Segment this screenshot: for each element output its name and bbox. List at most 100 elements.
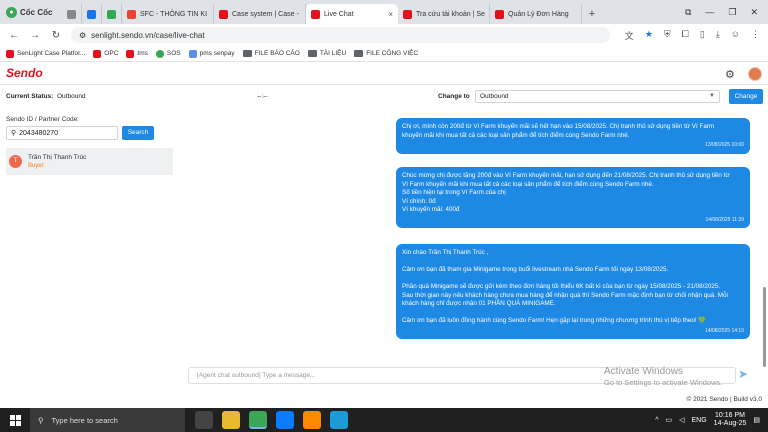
app-icon[interactable] [303,411,321,429]
message-time: 13/08/2025 10:00 [705,142,744,148]
network-icon[interactable]: ▭ [665,416,672,424]
current-status-label: Current Status: [6,93,54,100]
change-button[interactable]: Change [729,89,763,104]
close-window-icon[interactable]: ✕ [750,7,758,18]
profile-icon[interactable]: ☺ [731,29,740,42]
tab-tra-cuu[interactable]: Tra cứu tài khoản | Se [398,4,490,24]
bookmark-label: OPC [104,50,119,57]
tab-label: Case system | Case - [232,10,299,18]
folder-icon [354,50,364,57]
status-timer: --:-- [257,93,268,100]
search-row: ⚲ 2043480270 Search [6,126,173,140]
screenshot-icon[interactable]: ⧉ [685,7,691,18]
status-bar: Current Status: Outbound --:-- Change to… [0,89,768,105]
tab-live-chat[interactable]: Live Chat × [306,4,398,24]
message-line: Chúc mừng chị được tặng 200đ vào Ví Farm… [402,172,730,179]
message-line: Cảm ơn bạn đã luôn đồng hành cùng Sendo … [402,317,707,324]
new-tab-button[interactable]: + [582,4,602,24]
change-to-label: Change to [438,93,470,100]
url-field[interactable]: ⚙ senlight.sendo.vn/case/live-chat [71,27,610,43]
conversation-avatar: T [9,155,22,168]
translate-icon[interactable]: 文 [625,29,634,42]
sendo-favicon-icon [495,9,504,19]
volume-icon[interactable]: ◁ [679,416,684,424]
gear-icon[interactable]: ⚙ [725,68,735,81]
menu-icon[interactable]: ⋮ [751,29,760,42]
message-line: khuyến mãi khi mua tất cả các loại sản p… [402,131,630,139]
extensions-icon[interactable]: ⧠ [682,29,689,42]
tab-sfc[interactable]: SFC - THÔNG TIN KI [122,4,214,24]
tab-label: Quản Lý Đơn Hàng [508,10,569,18]
sendo-favicon-icon [403,9,412,19]
tab-case-system[interactable]: Case system | Case - [214,4,306,24]
chevron-down-icon: ▼ [709,93,715,99]
sendo-favicon-icon [6,49,14,58]
taskbar-search[interactable]: ⚲ Type here to search [30,408,185,432]
avatar[interactable] [748,67,762,81]
restore-icon[interactable]: ❐ [728,7,736,18]
bookmark-tms[interactable]: tms [126,49,148,58]
tab-favicon-icon [107,9,116,19]
sendo-logo[interactable]: Sendo [6,66,43,80]
chat-scrollbar-thumb[interactable] [763,287,766,367]
bookmark-tai-lieu[interactable]: TÀI LIỆU [307,50,347,57]
bookmark-label: SOS [166,50,181,57]
message-line: khách hàng chỉ được nhận 01 PHẦN QUÀ MIN… [402,300,556,307]
search-label: Sendo ID / Partner Code: [6,116,79,123]
bookmark-star-icon[interactable]: ★ [645,29,653,42]
current-status-value: Outbound [57,93,86,100]
message-time: 14/08/2025 11:39 [705,216,744,223]
bookmark-label: tms [137,50,148,57]
search-button[interactable]: Search [122,126,154,140]
bookmark-senlight[interactable]: SenLight Case Platfor... [6,49,85,58]
edge-icon[interactable] [330,411,348,429]
clock[interactable]: 10:16 PM 14-Aug-25 [714,412,747,428]
sos-icon [155,49,164,58]
conversation-info: Trần Thị Thanh Trúc Buyer [28,154,86,169]
bookmark-opc[interactable]: OPC [93,49,119,58]
sidebar-icon[interactable]: ▯ [700,29,705,42]
coccoc-taskbar-icon[interactable] [249,411,267,429]
tab-pinned-2[interactable] [82,4,102,24]
taskbar-search-placeholder: Type here to search [51,415,118,425]
minimize-icon[interactable]: — [705,7,714,17]
notifications-icon[interactable]: ▤ [753,416,760,424]
download-icon[interactable]: ⤓ [716,29,720,42]
tab-pinned-1[interactable] [62,4,82,24]
bookmark-file-bao-cao[interactable]: FILE BÁO CÁO [242,50,300,57]
file-explorer-icon[interactable] [222,411,240,429]
tray-chevron-icon[interactable]: ^ [655,417,658,424]
language-indicator[interactable]: ENG [692,417,707,424]
bookmark-label: FILE BÁO CÁO [254,50,300,57]
conversation-item[interactable]: T Trần Thị Thanh Trúc Buyer [6,148,173,175]
back-icon[interactable]: ← [8,30,20,41]
bookmark-label: TÀI LIỆU [319,50,347,57]
tab-favicon-icon [87,9,96,19]
bookmark-pms-senpay[interactable]: pms senpay [188,49,235,58]
send-icon[interactable]: ➤ [738,367,748,381]
site-info-icon[interactable]: ⚙ [79,31,86,40]
change-to-select[interactable]: Outbound ▼ [475,90,720,103]
tab-pinned-3[interactable] [102,4,122,24]
message-line: Phần quà Minigame sẽ được gửi kèm theo đ… [402,283,721,290]
shield-icon[interactable]: ⛨ [664,29,671,42]
sendo-favicon-icon [126,49,135,58]
task-view-icon[interactable] [195,411,213,429]
zalo-icon[interactable] [276,411,294,429]
bookmark-file-cong-viec[interactable]: FILE CÔNG VIỆC [354,50,418,57]
app-header: Sendo ⚙ [0,63,768,85]
search-input[interactable]: ⚲ 2043480270 [6,126,118,140]
message-bubble: Xin chào Trần Thị Thanh Trúc , Cảm ơn bạ… [396,244,750,339]
reload-icon[interactable]: ↻ [50,30,62,41]
search-icon: ⚲ [38,415,44,425]
windows-start-icon[interactable] [0,414,30,426]
close-tab-icon[interactable]: × [388,10,393,19]
tab-quan-ly-don-hang[interactable]: Quản Lý Đơn Hàng [490,4,582,24]
forward-icon[interactable]: → [29,30,41,41]
chat-scrollbar[interactable] [762,110,767,372]
chat-panel: Chị ơi, mình còn 200đ từ Ví Farm khuyến … [188,110,763,366]
coccoc-logo-icon: ● [6,6,17,18]
search-input-value: 2043480270 [19,129,59,137]
bookmark-sos[interactable]: SOS [155,49,181,58]
windows-taskbar: ⚲ Type here to search ^ ▭ ◁ ENG 10:16 PM… [0,408,768,432]
